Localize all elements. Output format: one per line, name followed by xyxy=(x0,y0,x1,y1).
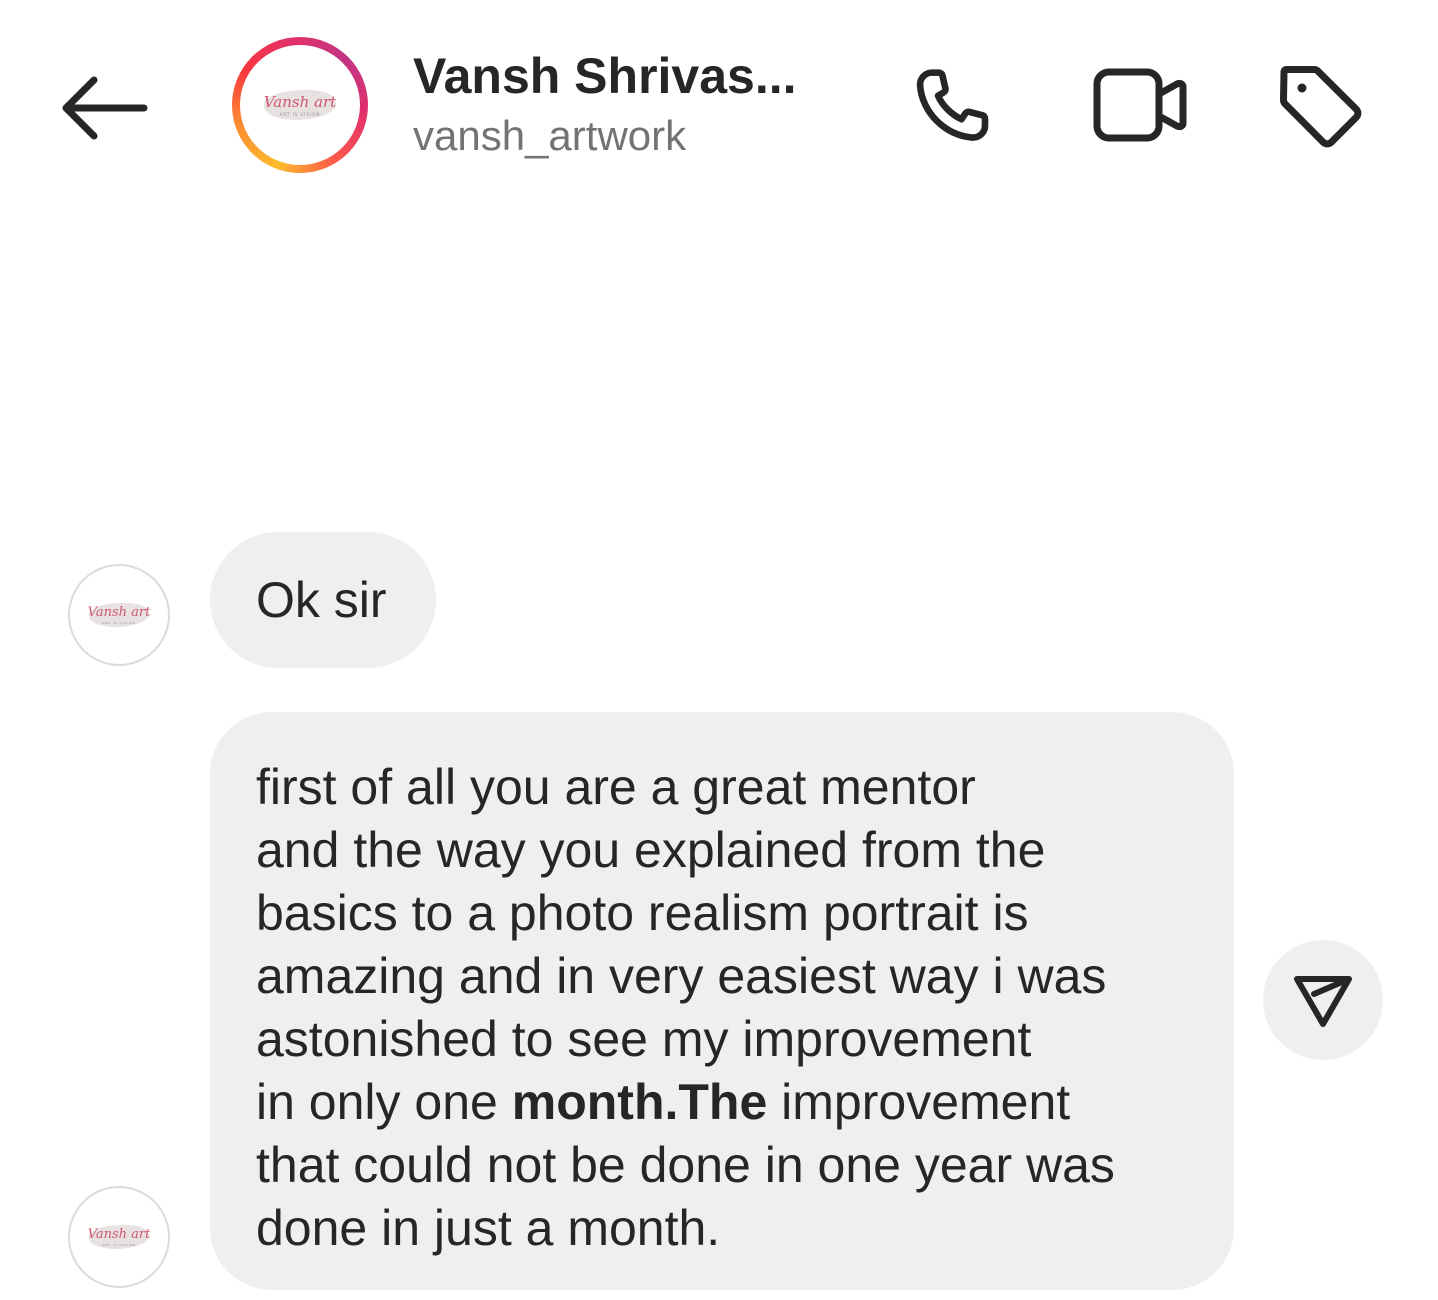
vansh-art-logo: Vansh art ART IS VISION xyxy=(88,1221,150,1253)
share-message-button[interactable] xyxy=(1263,940,1383,1060)
message-line: in only one month.The improvement xyxy=(256,1071,1214,1134)
message-line: astonished to see my improvement xyxy=(256,1011,1032,1067)
message-bubble[interactable]: Ok sir xyxy=(210,532,436,668)
bold-text-segment: month.The xyxy=(511,1074,768,1130)
sender-avatar[interactable]: Vansh art ART IS VISION xyxy=(68,564,170,666)
vansh-art-logo: Vansh art ART IS VISION xyxy=(262,86,338,124)
message-text-segment: in only one xyxy=(256,1074,512,1130)
back-button[interactable] xyxy=(56,70,156,146)
phone-icon xyxy=(916,69,989,141)
video-camera-icon xyxy=(1093,68,1187,142)
profile-picture: Vansh art ART IS VISION xyxy=(240,45,360,165)
paper-plane-icon xyxy=(1294,976,1352,1027)
tag-button[interactable] xyxy=(1274,60,1366,152)
voice-call-button[interactable] xyxy=(906,62,998,150)
message-line: basics to a photo realism portrait is xyxy=(256,885,1029,941)
display-name: Vansh Shrivas... xyxy=(413,48,797,104)
profile-avatar[interactable]: Vansh art ART IS VISION xyxy=(232,37,368,173)
message-line: and the way you explained from the xyxy=(256,822,1046,878)
message-line: done in just a month. xyxy=(256,1200,721,1256)
tag-icon xyxy=(1280,66,1362,148)
message-text-segment: improvement xyxy=(767,1074,1071,1130)
username: vansh_artwork xyxy=(413,112,687,159)
message-line: that could not be done in one year was xyxy=(256,1137,1115,1193)
vansh-art-logo: Vansh art ART IS VISION xyxy=(88,599,150,631)
arrow-left-icon xyxy=(62,76,148,140)
message-text: Ok sir xyxy=(256,572,387,628)
message-line: amazing and in very easiest way i was xyxy=(256,948,1107,1004)
video-call-button[interactable] xyxy=(1090,62,1190,148)
message-bubble[interactable]: first of all you are a great mentor and … xyxy=(210,712,1234,1290)
message-line: first of all you are a great mentor xyxy=(256,759,976,815)
conversation-title[interactable]: Vansh Shrivas... vansh_artwork xyxy=(413,46,873,162)
sender-avatar[interactable]: Vansh art ART IS VISION xyxy=(68,1186,170,1288)
